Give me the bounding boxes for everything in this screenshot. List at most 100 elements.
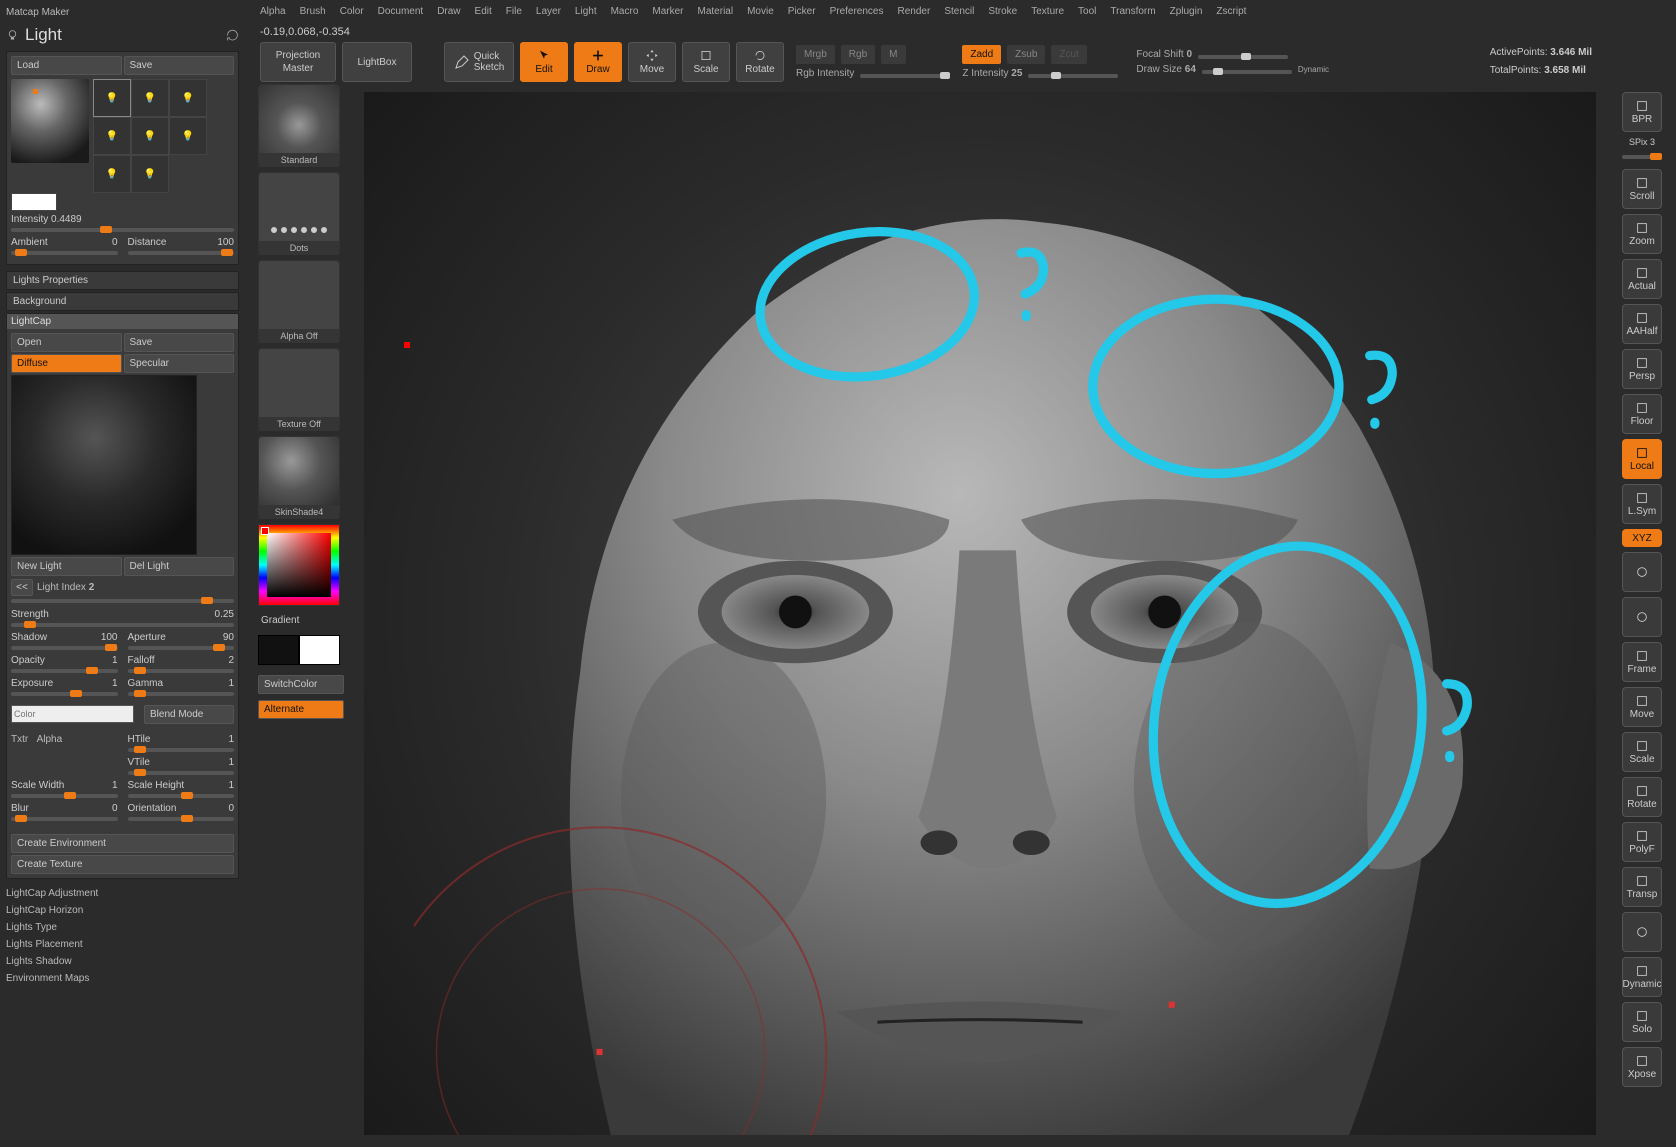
brush-thumb-alpha-off[interactable]: Alpha Off (258, 260, 340, 342)
lightcap-save-button[interactable]: Save (124, 333, 235, 352)
menu-material[interactable]: Material (698, 6, 734, 17)
polyf-button[interactable]: PolyF (1622, 822, 1662, 862)
brush-thumb-standard[interactable]: Standard (258, 84, 340, 166)
persp-button[interactable]: Persp (1622, 349, 1662, 389)
gradient-black[interactable] (258, 635, 299, 665)
falloff-slider[interactable] (128, 669, 235, 673)
prev-light-button[interactable]: << (11, 579, 33, 596)
lightcap-open-button[interactable]: Open (11, 333, 122, 352)
opacity-slider[interactable] (11, 669, 118, 673)
panel-item[interactable]: Environment Maps (6, 970, 239, 987)
menu-alpha[interactable]: Alpha (260, 6, 286, 17)
menu-edit[interactable]: Edit (475, 6, 492, 17)
m-button[interactable]: M (881, 45, 905, 64)
menu-stencil[interactable]: Stencil (944, 6, 974, 17)
gamma-slider[interactable] (128, 692, 235, 696)
menu-marker[interactable]: Marker (652, 6, 683, 17)
light-slot[interactable]: 💡 (169, 117, 207, 155)
menu-tool[interactable]: Tool (1078, 6, 1096, 17)
panel-item[interactable]: Matcap Maker (6, 4, 239, 21)
spix-slider[interactable] (1622, 155, 1662, 159)
zadd-button[interactable]: Zadd (962, 45, 1001, 64)
menu-movie[interactable]: Movie (747, 6, 774, 17)
local-button[interactable]: Local (1622, 439, 1662, 479)
lightcap-header[interactable]: LightCap (7, 314, 238, 329)
light-slot[interactable]: 💡 (169, 79, 207, 117)
zoom-button[interactable]: Zoom (1622, 214, 1662, 254)
light-direction-sphere[interactable] (11, 79, 89, 163)
switch-color-button[interactable]: SwitchColor (258, 675, 344, 694)
aperture-slider[interactable] (128, 646, 235, 650)
menu-preferences[interactable]: Preferences (830, 6, 884, 17)
zcut-button[interactable]: Zcut (1051, 45, 1086, 64)
rgb-button[interactable]: Rgb (841, 45, 875, 64)
frame-button[interactable]: Frame (1622, 642, 1662, 682)
exposure-slider[interactable] (11, 692, 118, 696)
transp-button[interactable]: Transp (1622, 867, 1662, 907)
ambient-slider[interactable] (11, 251, 118, 255)
lsym-button[interactable]: L.Sym (1622, 484, 1662, 524)
aahalf-button[interactable]: AAHalf (1622, 304, 1662, 344)
edit-mode-button[interactable]: Edit (520, 42, 568, 82)
draw-mode-button[interactable]: Draw (574, 42, 622, 82)
background-header[interactable]: Background (6, 292, 239, 311)
light-save-button[interactable]: Save (124, 56, 235, 75)
menu-picker[interactable]: Picker (788, 6, 816, 17)
menu-brush[interactable]: Brush (300, 6, 326, 17)
projection-master-button[interactable]: ProjectionMaster (260, 42, 336, 82)
lightcap-sphere[interactable] (11, 375, 197, 555)
focal-shift-slider[interactable] (1198, 55, 1288, 59)
scale-mode-button[interactable]: Scale (682, 42, 730, 82)
rotate-mode-button[interactable]: Rotate (736, 42, 784, 82)
light-slot[interactable]: 💡 (131, 117, 169, 155)
main-menu[interactable]: Alpha Brush Color Document Draw Edit File Layer… (260, 6, 1666, 17)
menu-color[interactable]: Color (340, 6, 364, 17)
rot-y-button[interactable] (1622, 552, 1662, 592)
del-light-button[interactable]: Del Light (124, 557, 235, 576)
mrgb-button[interactable]: Mrgb (796, 45, 835, 64)
rot-c-button[interactable] (1622, 597, 1662, 637)
menu-file[interactable]: File (506, 6, 522, 17)
rgb-intensity-slider[interactable] (860, 74, 950, 78)
panel-item[interactable]: Lights Placement (6, 936, 239, 953)
move-view-button[interactable]: Move (1622, 687, 1662, 727)
gradient-white[interactable] (299, 635, 340, 665)
menu-document[interactable]: Document (378, 6, 424, 17)
menu-zplugin[interactable]: Zplugin (1170, 6, 1203, 17)
shadow-slider[interactable] (11, 646, 118, 650)
scale-view-button[interactable]: Scale (1622, 732, 1662, 772)
htile-slider[interactable] (128, 748, 235, 752)
panel-item[interactable]: Lights Type (6, 919, 239, 936)
light-slot[interactable]: 💡 (93, 117, 131, 155)
light-index-slider[interactable] (11, 599, 234, 603)
brush-thumb-dots[interactable]: Dots (258, 172, 340, 254)
solo-button[interactable]: Solo (1622, 1002, 1662, 1042)
menu-texture[interactable]: Texture (1031, 6, 1064, 17)
strength-slider[interactable] (11, 623, 234, 627)
alternate-button[interactable]: Alternate (258, 700, 344, 719)
brush-thumb-texture-off[interactable]: Texture Off (258, 348, 340, 430)
actual-button[interactable]: Actual (1622, 259, 1662, 299)
orientation-slider[interactable] (128, 817, 235, 821)
light-color-swatch[interactable] (11, 193, 57, 211)
specular-button[interactable]: Specular (124, 354, 235, 373)
color-input[interactable] (11, 705, 134, 723)
menu-macro[interactable]: Macro (611, 6, 639, 17)
light-slot[interactable]: 💡 (93, 155, 131, 193)
menu-render[interactable]: Render (898, 6, 931, 17)
menu-layer[interactable]: Layer (536, 6, 561, 17)
light-load-button[interactable]: Load (11, 56, 122, 75)
menu-zscript[interactable]: Zscript (1216, 6, 1246, 17)
menu-stroke[interactable]: Stroke (988, 6, 1017, 17)
blend-mode-button[interactable]: Blend Mode (144, 705, 234, 724)
create-environment-button[interactable]: Create Environment (11, 834, 234, 853)
vtile-slider[interactable] (128, 771, 235, 775)
panel-item[interactable]: Lights Shadow (6, 953, 239, 970)
panel-item[interactable]: LightCap Adjustment (6, 885, 239, 902)
panel-item[interactable]: LightCap Horizon (6, 902, 239, 919)
color-picker[interactable] (258, 524, 340, 606)
new-light-button[interactable]: New Light (11, 557, 122, 576)
menu-draw[interactable]: Draw (437, 6, 460, 17)
light-slot[interactable]: 💡 (131, 79, 169, 117)
ghost-button[interactable] (1622, 912, 1662, 952)
